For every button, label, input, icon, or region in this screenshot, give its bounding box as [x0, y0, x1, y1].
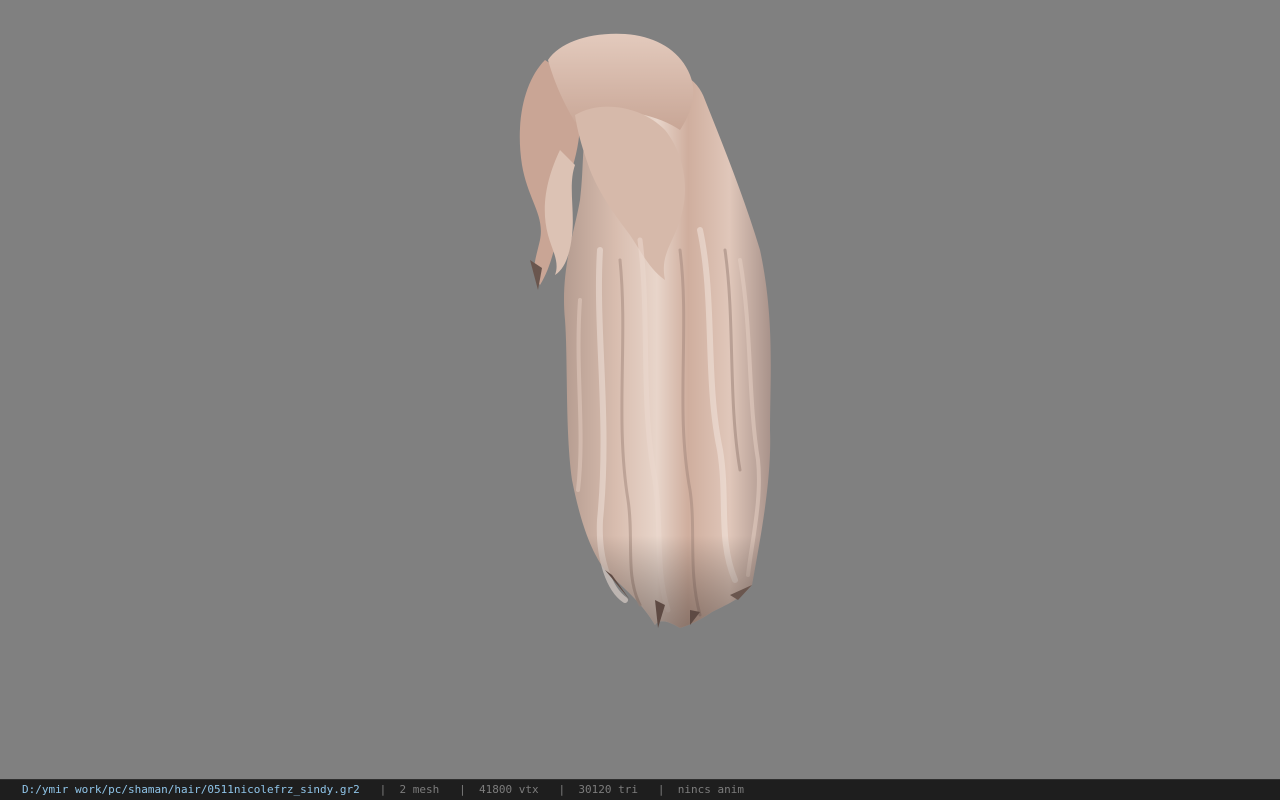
vertex-count: 41800 vtx	[479, 783, 539, 796]
3d-viewport[interactable]	[0, 0, 1280, 779]
separator: |	[459, 783, 466, 796]
animation-info: nincs anim	[677, 783, 744, 796]
triangle-count: 30120 tri	[578, 783, 638, 796]
mesh-count: 2 mesh	[399, 783, 440, 796]
status-bar: D:/ymir work/pc/shaman/hair/0511nicolefr…	[0, 779, 1280, 800]
hair-model	[519, 33, 771, 628]
file-path: D:/ymir work/pc/shaman/hair/0511nicolefr…	[22, 783, 360, 796]
